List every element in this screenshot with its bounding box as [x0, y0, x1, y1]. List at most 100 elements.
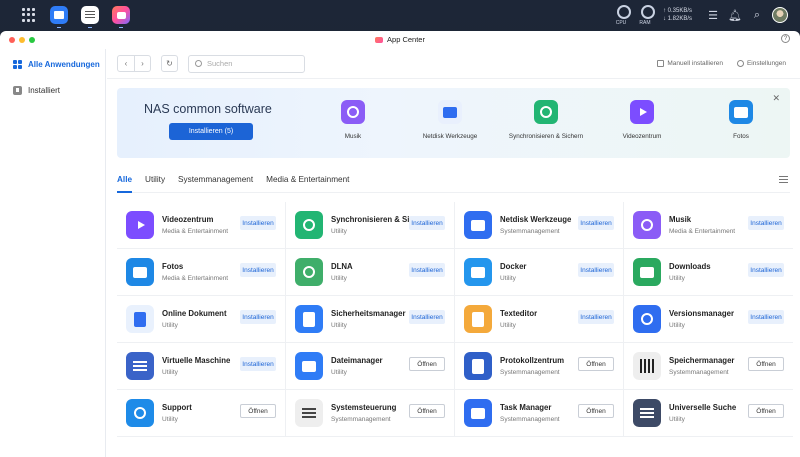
photos-icon: [729, 100, 753, 124]
app-card[interactable]: DLNA Utility Installieren: [286, 249, 455, 296]
install-button[interactable]: Installieren: [409, 310, 445, 324]
search-box[interactable]: [188, 54, 305, 73]
install-button[interactable]: Installieren: [578, 263, 614, 277]
open-button[interactable]: Öffnen: [578, 357, 614, 371]
version-icon: [633, 305, 661, 333]
app-launcher-icon[interactable]: [22, 8, 36, 22]
banner-app-label: Synchronisieren & Sichern: [508, 133, 584, 140]
app-card[interactable]: Fotos Media & Entertainment Installieren: [117, 249, 286, 296]
app-category: Systemmanagement: [500, 416, 560, 423]
video-icon: [630, 100, 654, 124]
window-title-text: App Center: [387, 35, 425, 44]
app-card[interactable]: Texteditor Utility Installieren: [455, 296, 624, 343]
tab-media-entertainment[interactable]: Media & Entertainment: [266, 167, 349, 193]
help-button[interactable]: ?: [781, 34, 790, 43]
cpu-gauge[interactable]: CPU: [611, 4, 631, 26]
ram-gauge-icon: [640, 4, 655, 19]
app-card[interactable]: Synchronisieren & Sichern Utility Installi…: [286, 202, 455, 249]
app-card[interactable]: Dateimanager Utility Öffnen: [286, 343, 455, 390]
support-icon: [126, 399, 154, 427]
sidebar: Alle Anwendungen Installiert: [0, 49, 106, 457]
forward-button[interactable]: ›: [134, 56, 150, 71]
app-card[interactable]: Videozentrum Media & Entertainment Install…: [117, 202, 286, 249]
bell-icon[interactable]: 🔔︎: [728, 8, 742, 22]
manual-install-label: Manuell installieren: [667, 60, 723, 67]
install-button[interactable]: Installieren: [578, 216, 614, 230]
file-manager-dock-icon[interactable]: [50, 6, 68, 28]
app-card[interactable]: Versionsmanager Utility Installieren: [624, 296, 793, 343]
open-button[interactable]: Öffnen: [748, 357, 784, 371]
vm-icon: [126, 352, 154, 380]
install-button[interactable]: Installieren: [240, 216, 276, 230]
banner-app-photos[interactable]: Fotos: [696, 100, 786, 140]
refresh-button[interactable]: ↻: [161, 55, 178, 72]
app-category: Systemmanagement: [669, 369, 729, 376]
tab-utility[interactable]: Utility: [145, 167, 165, 193]
app-card[interactable]: Universelle Suche Utility Öffnen: [624, 390, 793, 437]
open-button[interactable]: Öffnen: [748, 404, 784, 418]
banner-app-sync[interactable]: Synchronisieren & Sichern: [501, 100, 591, 140]
app-category: Utility: [331, 322, 347, 329]
desktop-taskbar: CPU RAM ↑ 0.35KB/s ↓ 1.82KB/s ☰ 🔔︎ ⌕: [0, 0, 800, 30]
control-panel-dock-icon[interactable]: [81, 6, 99, 28]
open-button[interactable]: Öffnen: [409, 357, 445, 371]
banner-app-video[interactable]: Videozentrum: [597, 100, 687, 140]
open-button[interactable]: Öffnen: [578, 404, 614, 418]
install-button[interactable]: Installieren: [578, 310, 614, 324]
network-speed: ↑ 0.35KB/s ↓ 1.82KB/s: [663, 7, 692, 23]
back-button[interactable]: ‹: [118, 56, 134, 71]
app-card[interactable]: Netdisk Werkzeuge Systemmanagement Install…: [455, 202, 624, 249]
search-input[interactable]: [207, 59, 297, 68]
sort-filter-icon[interactable]: [779, 176, 788, 183]
open-button[interactable]: Öffnen: [409, 404, 445, 418]
app-name: Downloads: [669, 262, 711, 271]
app-card[interactable]: Docker Utility Installieren: [455, 249, 624, 296]
app-category: Utility: [331, 228, 347, 235]
texteditor-icon: [464, 305, 492, 333]
search-icon[interactable]: ⌕: [750, 8, 764, 22]
tab-all[interactable]: Alle: [117, 167, 133, 193]
installed-icon: [13, 85, 22, 95]
sidebar-item-installed[interactable]: Installiert: [0, 79, 105, 101]
install-button[interactable]: Installieren: [748, 216, 784, 230]
app-name: Protokollzentrum: [500, 356, 565, 365]
avatar[interactable]: [772, 7, 788, 23]
app-card[interactable]: Online Dokument Utility Installieren: [117, 296, 286, 343]
settings-button[interactable]: Einstellungen: [736, 60, 786, 67]
task-list-icon[interactable]: ☰: [706, 8, 720, 22]
app-category: Utility: [669, 322, 685, 329]
install-button[interactable]: Installieren: [240, 310, 276, 324]
install-button[interactable]: Installieren: [748, 310, 784, 324]
sync-icon: [534, 100, 558, 124]
install-button[interactable]: Installieren: [409, 263, 445, 277]
ram-label: RAM: [639, 19, 651, 26]
app-card[interactable]: Downloads Utility Installieren: [624, 249, 793, 296]
netdisk-icon: [464, 211, 492, 239]
manual-install-button[interactable]: Manuell installieren: [657, 60, 723, 67]
banner-app-music[interactable]: Musik: [308, 100, 398, 140]
install-button[interactable]: Installieren: [748, 263, 784, 277]
app-card[interactable]: Systemsteuerung Systemmanagement Öffnen: [286, 390, 455, 437]
app-card[interactable]: Sicherheitsmanager Utility Installieren: [286, 296, 455, 343]
banner-app-label: Netdisk Werkzeuge: [422, 133, 478, 140]
install-button[interactable]: Installieren: [240, 357, 276, 371]
install-button[interactable]: Installieren: [409, 216, 445, 230]
app-card[interactable]: Musik Media & Entertainment Installieren: [624, 202, 793, 249]
app-card[interactable]: Speichermanager Systemmanagement Öffnen: [624, 343, 793, 390]
open-button[interactable]: Öffnen: [240, 404, 276, 418]
app-card[interactable]: Virtuelle Maschine Utility Installieren: [117, 343, 286, 390]
tab-system-management[interactable]: Systemmanagement: [178, 167, 253, 193]
app-card[interactable]: Protokollzentrum Systemmanagement Öffnen: [455, 343, 624, 390]
app-card[interactable]: Task Manager Systemmanagement Öffnen: [455, 390, 624, 437]
ram-gauge[interactable]: RAM: [635, 4, 655, 26]
photos-icon: [126, 258, 154, 286]
recommendation-banner: NAS common software Installieren (5) ✕ M…: [117, 88, 790, 158]
banner-app-netdisk[interactable]: Netdisk Werkzeuge: [405, 100, 495, 140]
app-center-dock-icon[interactable]: [112, 6, 130, 28]
app-name: Versionsmanager: [669, 309, 735, 318]
install-all-button[interactable]: Installieren (5): [169, 123, 253, 140]
sidebar-item-all-apps[interactable]: Alle Anwendungen: [0, 53, 105, 75]
install-button[interactable]: Installieren: [240, 263, 276, 277]
app-card[interactable]: Support Utility Öffnen: [117, 390, 286, 437]
music-icon: [341, 100, 365, 124]
